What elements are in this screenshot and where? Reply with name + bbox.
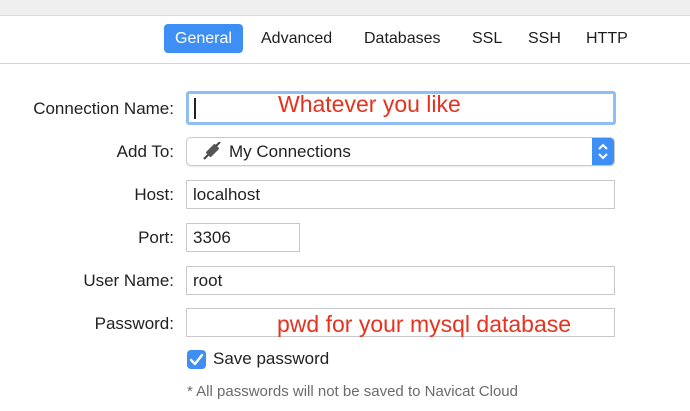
add-to-select[interactable]: My Connections [186,137,615,166]
user-name-label: User Name: [83,271,174,290]
port-field[interactable]: 3306 [186,223,300,252]
host-value: localhost [193,185,261,204]
checkmark-icon [189,353,204,366]
connection-dialog: General Advanced Databases SSL SSH HTTP … [0,0,690,411]
connection-name-annotation: Whatever you like [278,91,461,117]
cloud-note: * All passwords will not be saved to Nav… [187,383,518,400]
tab-advanced[interactable]: Advanced [250,24,343,53]
user-name-field[interactable]: root [186,266,615,295]
port-value: 3306 [193,228,231,247]
port-label: Port: [138,228,174,247]
add-to-label: Add To: [116,142,174,161]
tab-bar: General Advanced Databases SSL SSH HTTP [0,16,690,64]
user-name-value: root [193,271,223,290]
password-annotation: pwd for your mysql database [277,311,572,337]
host-field[interactable]: localhost [186,180,615,209]
window-toolbar-strip [0,0,690,16]
add-to-value: My Connections [229,142,351,161]
password-label: Password: [94,314,174,333]
save-password-label[interactable]: Save password [213,349,329,369]
save-password-checkbox[interactable] [187,350,206,369]
tab-http[interactable]: HTTP [575,24,639,53]
tab-ssl[interactable]: SSL [461,24,513,53]
host-label: Host: [134,185,174,204]
tab-general[interactable]: General [164,24,243,53]
tab-databases[interactable]: Databases [353,24,452,53]
select-stepper-icon[interactable] [592,138,614,165]
connection-name-label: Connection Name: [33,99,174,118]
connection-plug-icon [201,141,223,162]
tab-ssh[interactable]: SSH [517,24,572,53]
text-caret [194,98,196,119]
